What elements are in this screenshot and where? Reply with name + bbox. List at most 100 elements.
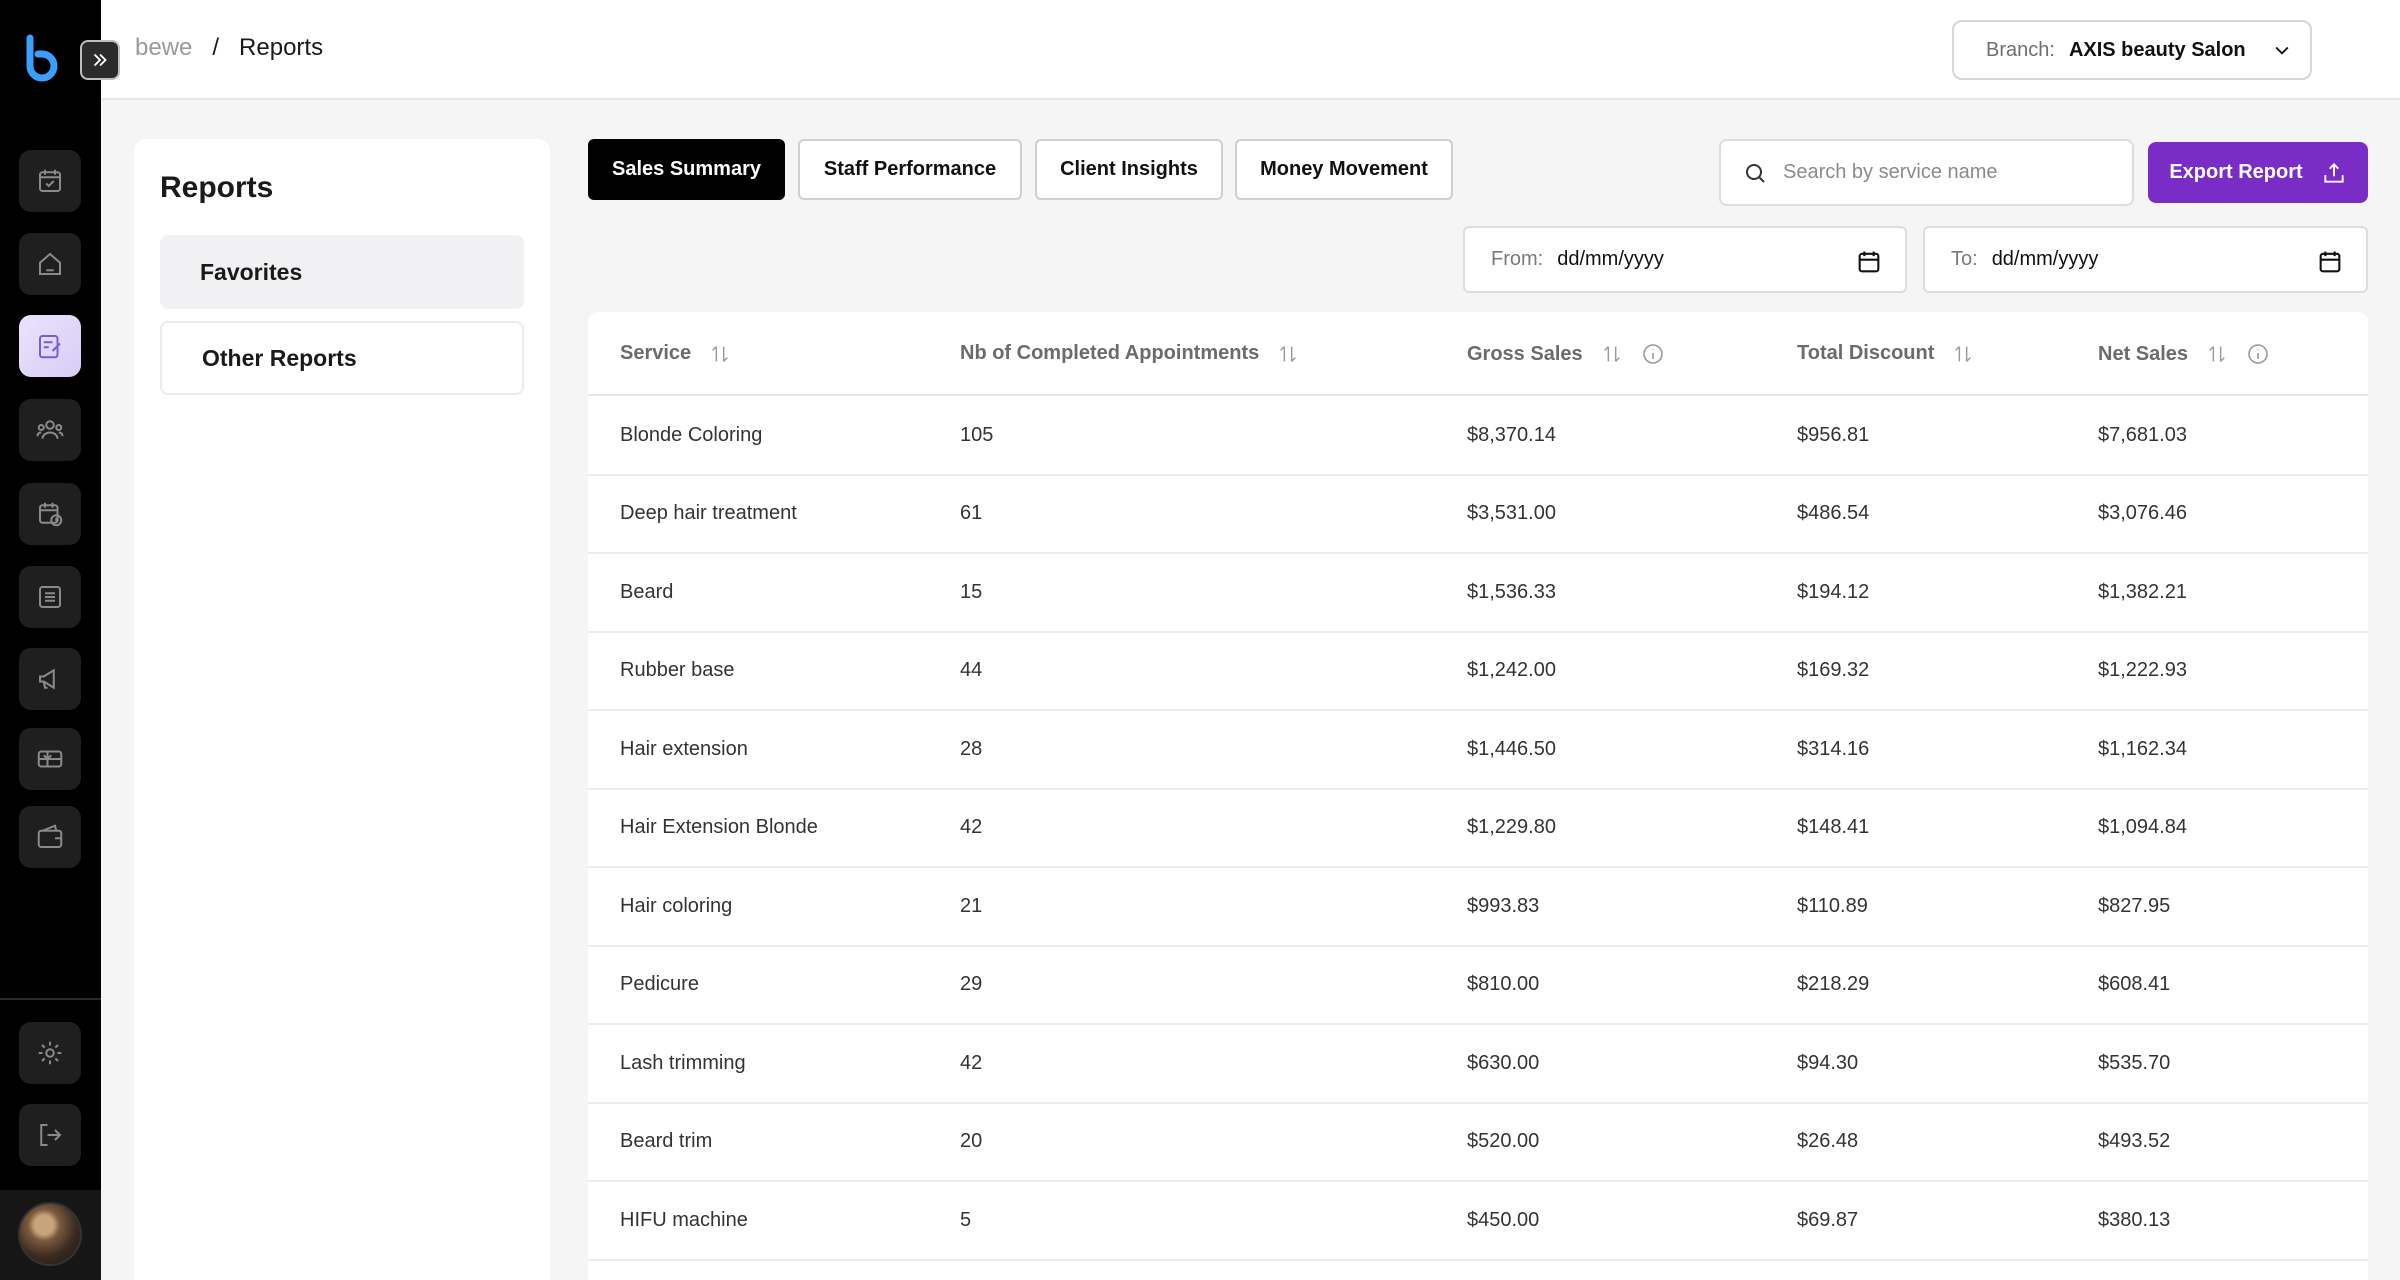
tab-staff-performance[interactable]: Staff Performance	[798, 139, 1022, 200]
breadcrumb-root[interactable]: bewe	[135, 34, 192, 62]
cell-appointments: 21	[960, 895, 983, 917]
cell-service: Beard	[620, 581, 674, 603]
table-header: Service Nb of Completed Appointments Gro…	[588, 312, 2368, 396]
calendar-check-icon	[39, 169, 61, 192]
rail-wallet-button[interactable]	[19, 806, 81, 868]
clients-icon	[36, 420, 64, 439]
user-area	[0, 1190, 101, 1280]
rail-logout-button[interactable]	[19, 1104, 81, 1166]
table-row[interactable]: Hair extension 28 $1,446.50 $314.16 $1,1…	[588, 712, 2368, 790]
cell-net-sales: $493.52	[2098, 1130, 2171, 1152]
gift-card-icon	[37, 750, 63, 768]
cell-service: Hair Extension Blonde	[620, 816, 818, 838]
cell-appointments: 42	[960, 1052, 983, 1074]
sort-icon[interactable]	[709, 343, 731, 365]
table-row[interactable]: Lash trimming 42 $630.00 $94.30 $535.70	[588, 1026, 2368, 1104]
search-box	[1719, 139, 2134, 206]
cell-gross-sales: $810.00	[1467, 973, 1540, 995]
cell-gross-sales: $520.00	[1467, 1130, 1540, 1152]
home-icon	[39, 252, 61, 275]
tab-sales-summary[interactable]: Sales Summary	[588, 139, 785, 200]
rail-marketing-button[interactable]	[19, 648, 81, 710]
wallet-icon	[37, 824, 63, 848]
branch-selector[interactable]: Branch: AXIS beauty Salon	[1952, 20, 2312, 80]
rail-home-button[interactable]	[19, 233, 81, 295]
column-header-label: Total Discount	[1797, 342, 1935, 364]
column-header-appointments[interactable]: Nb of Completed Appointments	[960, 342, 1299, 365]
tab-client-insights[interactable]: Client Insights	[1035, 139, 1223, 200]
cell-service: Blonde Coloring	[620, 424, 763, 446]
column-header-gross-sales[interactable]: Gross Sales	[1467, 342, 1665, 366]
panel-title: Reports	[160, 171, 274, 204]
rail-clients-button[interactable]	[19, 399, 81, 461]
table-row[interactable]: Deep hair treatment 61 $3,531.00 $486.54…	[588, 476, 2368, 554]
table-row[interactable]: Pedicure 29 $810.00 $218.29 $608.41	[588, 947, 2368, 1025]
cell-net-sales: $1,094.84	[2098, 816, 2187, 838]
nav-item-favorites[interactable]: Favorites	[160, 235, 524, 309]
cell-gross-sales: $1,536.33	[1467, 581, 1556, 603]
column-header-service[interactable]: Service	[620, 342, 731, 365]
table-row[interactable]: Beard trim 20 $520.00 $26.48 $493.52	[588, 1104, 2368, 1182]
rail-reports-button[interactable]	[19, 315, 81, 377]
column-header-net-sales[interactable]: Net Sales	[2098, 342, 2270, 366]
cell-service: Rubber base	[620, 659, 735, 681]
double-chevron-right-icon	[93, 53, 107, 67]
date-to-field[interactable]: To: dd/mm/yyyy	[1923, 226, 2368, 293]
cell-total-discount: $314.16	[1797, 738, 1870, 760]
rail-list-button[interactable]	[19, 566, 81, 628]
branch-label: Branch:	[1986, 38, 2055, 61]
info-icon[interactable]	[1641, 342, 1665, 366]
cell-total-discount: $26.48	[1797, 1130, 1859, 1152]
cell-gross-sales: $1,242.00	[1467, 659, 1556, 681]
date-from-field[interactable]: From: dd/mm/yyyy	[1463, 226, 1907, 293]
cell-gross-sales: $630.00	[1467, 1052, 1540, 1074]
cell-appointments: 105	[960, 424, 994, 446]
list-icon	[39, 586, 61, 608]
table-row[interactable]: HIFU machine 5 $450.00 $69.87 $380.13	[588, 1183, 2368, 1261]
cell-service: Hair extension	[620, 738, 748, 760]
cell-net-sales: $1,382.21	[2098, 581, 2187, 603]
calendar-icon[interactable]	[2316, 248, 2344, 276]
rail-schedule-button[interactable]	[19, 483, 81, 545]
sort-icon[interactable]	[2206, 343, 2228, 365]
expand-sidebar-button[interactable]	[80, 40, 120, 80]
sort-icon[interactable]	[1601, 343, 1623, 365]
megaphone-icon	[39, 668, 55, 690]
info-icon[interactable]	[2246, 342, 2270, 366]
rail-calendar-button[interactable]	[19, 150, 81, 212]
cell-appointments: 15	[960, 581, 983, 603]
rail-gift-card-button[interactable]	[19, 728, 81, 790]
date-to-label: To:	[1951, 248, 1978, 270]
column-header-total-discount[interactable]: Total Discount	[1797, 342, 1974, 365]
table-row[interactable]: Hair coloring 21 $993.83 $110.89 $827.95	[588, 869, 2368, 947]
cell-gross-sales: $3,531.00	[1467, 502, 1556, 524]
cell-total-discount: $148.41	[1797, 816, 1870, 838]
cell-gross-sales: $1,229.80	[1467, 816, 1556, 838]
column-header-label: Gross Sales	[1467, 342, 1583, 365]
nav-item-other-reports[interactable]: Other Reports	[160, 321, 524, 395]
rail-settings-button[interactable]	[19, 1022, 81, 1084]
sort-icon[interactable]	[1952, 343, 1974, 365]
cell-appointments: 20	[960, 1130, 983, 1152]
branch-value: AXIS beauty Salon	[2068, 38, 2246, 61]
cell-gross-sales: $8,370.14	[1467, 424, 1556, 446]
table-row[interactable]: Hair Extension Blonde 42 $1,229.80 $148.…	[588, 790, 2368, 868]
table-row[interactable]: Beard 15 $1,536.33 $194.12 $1,382.21	[588, 555, 2368, 633]
cell-appointments: 42	[960, 816, 983, 838]
cell-gross-sales: $1,446.50	[1467, 738, 1556, 760]
tab-money-movement[interactable]: Money Movement	[1235, 139, 1453, 200]
date-from-value: dd/mm/yyyy	[1557, 248, 1664, 270]
calendar-icon[interactable]	[1855, 248, 1883, 276]
export-report-button[interactable]: Export Report	[2148, 142, 2368, 203]
date-to-value: dd/mm/yyyy	[1991, 248, 2099, 270]
cell-net-sales: $1,222.93	[2098, 659, 2187, 681]
search-input[interactable]	[1783, 161, 2113, 184]
cell-total-discount: $956.81	[1797, 424, 1870, 446]
avatar[interactable]	[18, 1202, 82, 1266]
breadcrumb-current: Reports	[239, 34, 324, 61]
table-row[interactable]: Rubber base 44 $1,242.00 $169.32 $1,222.…	[588, 633, 2368, 711]
bewe-logo[interactable]	[22, 34, 62, 82]
table-row[interactable]: Blonde Coloring 105 $8,370.14 $956.81 $7…	[588, 398, 2368, 476]
sort-icon[interactable]	[1277, 343, 1299, 365]
breadcrumb: bewe / Reports	[135, 34, 323, 62]
